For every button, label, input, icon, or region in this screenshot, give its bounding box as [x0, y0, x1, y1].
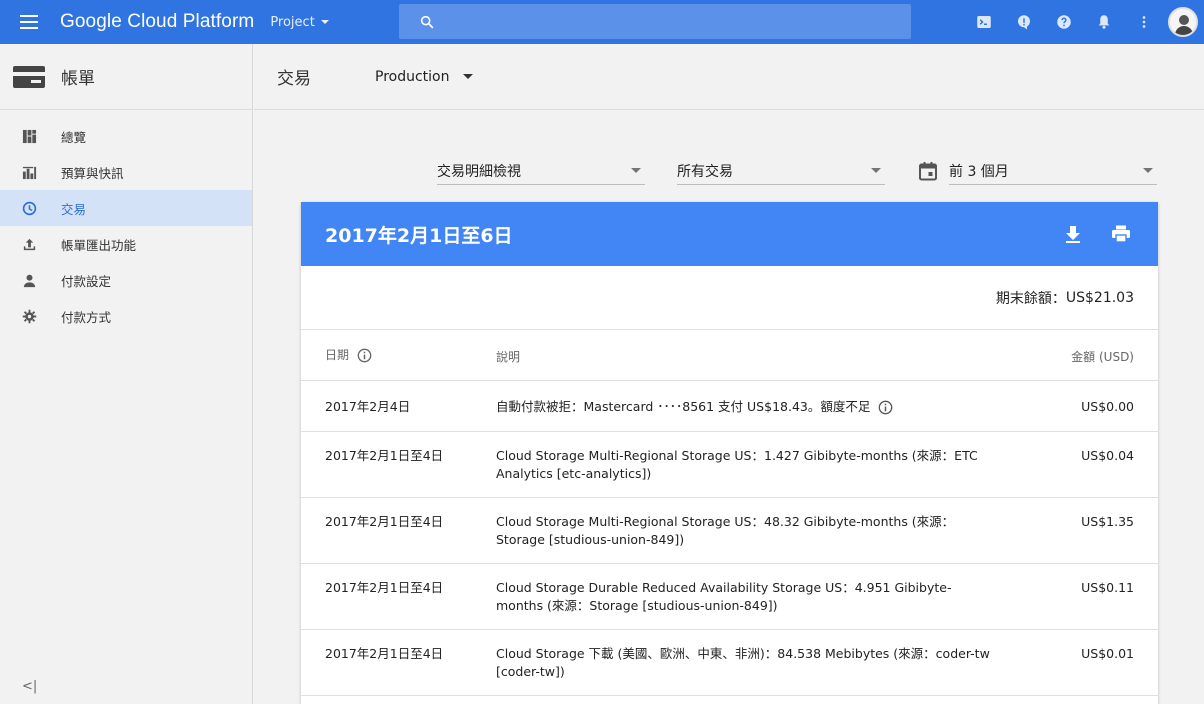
row-description: Cloud Storage 下載 (美國、歐洲、中東、非洲)：84.538 Me…	[496, 646, 990, 679]
amount-column-header: 金額 (USD)	[1071, 350, 1134, 364]
transaction-type-value: 所有交易	[677, 163, 733, 180]
notifications-icon[interactable]	[1084, 0, 1124, 44]
product-name[interactable]: Google Cloud Platform	[60, 11, 254, 33]
row-description-text: 自動付款被拒：Mastercard ････8561 支付 US$18.43。額…	[496, 399, 871, 414]
table-row: 2017年2月4日 自動付款被拒：Mastercard ････8561 支付 …	[301, 381, 1158, 432]
caret-down-icon	[1143, 168, 1153, 173]
row-amount: US$0.04	[1081, 448, 1134, 463]
sidebar-item-label: 交易	[61, 201, 87, 217]
account-avatar[interactable]	[1168, 7, 1198, 37]
chevron-down-icon	[320, 20, 329, 24]
sidebar-title: 帳單	[61, 69, 95, 89]
more-vert-icon[interactable]	[1124, 0, 1164, 44]
view-dropdown-value: 交易明細檢視	[437, 163, 521, 180]
row-amount: US$0.11	[1081, 580, 1134, 595]
table-row: 2017年2月1日至4日 Cloud Storage Durable Reduc…	[301, 564, 1158, 630]
view-dropdown[interactable]: 交易明細檢視	[437, 157, 645, 185]
help-icon[interactable]	[1044, 0, 1084, 44]
ending-balance-label: 期末餘額：	[995, 290, 1066, 307]
search-bar[interactable]	[399, 4, 911, 39]
date-range-value: 前 3 個月	[949, 163, 1009, 180]
row-date: 2017年2月1日至4日	[325, 580, 444, 595]
top-app-bar: Google Cloud Platform Project	[0, 0, 1204, 44]
calendar-icon	[919, 162, 937, 181]
row-date: 2017年2月1日至4日	[325, 448, 444, 463]
sidebar-header: 帳單	[0, 44, 252, 110]
sidebar-item-label: 付款設定	[61, 273, 112, 289]
description-column-header: 說明	[496, 350, 521, 364]
caret-down-icon	[871, 168, 881, 173]
sidebar-item-billing-export[interactable]: 帳單匯出功能	[0, 226, 252, 262]
overview-icon	[21, 128, 37, 144]
sidebar-item-budgets[interactable]: 預算與快訊	[0, 154, 252, 190]
page-header: 交易 Production	[254, 44, 1204, 110]
credit-card-icon	[13, 65, 45, 88]
collapse-sidebar-button[interactable]: <|	[22, 679, 37, 694]
sidebar-nav: 總覽 預算與快訊 交易 帳單匯出功能 付款設定 付款方式	[0, 118, 252, 334]
project-selector[interactable]: Project	[270, 14, 329, 30]
row-amount: US$1.35	[1081, 514, 1134, 529]
row-description: Cloud Storage Durable Reduced Availabili…	[496, 580, 952, 613]
billing-account-dropdown[interactable]: Production	[375, 68, 474, 85]
project-selector-label: Project	[270, 14, 315, 30]
transaction-type-dropdown[interactable]: 所有交易	[677, 157, 885, 185]
row-amount: US$0.00	[1081, 399, 1134, 414]
statement-period-title: 2017年2月1日至6日	[325, 224, 513, 247]
table-row: 2017年2月1日至4日 Cloud Storage Multi-Regiona…	[301, 498, 1158, 564]
card-header: 2017年2月1日至6日	[301, 202, 1158, 266]
row-description: 自動付款被拒：Mastercard ････8561 支付 US$18.43。額…	[496, 398, 991, 416]
ending-balance-value: US$21.03	[1065, 289, 1134, 306]
table-row: 2017年2月1日至4日 Cloud Storage Multi-Regiona…	[301, 432, 1158, 498]
sidebar-item-label: 付款方式	[61, 309, 112, 325]
caret-down-icon	[631, 168, 641, 173]
row-description: Cloud Storage Multi-Regional Storage US：…	[496, 448, 978, 481]
menu-icon[interactable]	[0, 0, 58, 44]
sidebar-item-label: 帳單匯出功能	[61, 237, 137, 253]
billing-account-label: Production	[375, 68, 450, 85]
table-header: 日期 說明 金額 (USD)	[301, 330, 1158, 381]
row-description: Cloud Storage Multi-Regional Storage US：…	[496, 514, 955, 547]
clock-icon	[21, 200, 37, 216]
cloud-shell-icon[interactable]	[964, 0, 1004, 44]
export-icon	[21, 236, 37, 252]
download-icon[interactable]	[1062, 223, 1084, 245]
info-icon[interactable]	[878, 400, 893, 415]
date-column-header: 日期	[325, 346, 372, 363]
transactions-card: 2017年2月1日至6日 期末餘額： US$21.03 日期 說明 金額 (US…	[301, 202, 1158, 704]
sidebar-item-payment-settings[interactable]: 付款設定	[0, 262, 252, 298]
search-icon	[420, 15, 434, 28]
sidebar-item-label: 總覽	[61, 129, 87, 145]
row-date: 2017年2月4日	[325, 399, 411, 414]
person-icon	[21, 272, 37, 288]
caret-down-icon	[463, 74, 474, 79]
row-date: 2017年2月1日至4日	[325, 646, 444, 661]
budget-icon	[21, 164, 37, 180]
ending-balance: 期末餘額： US$21.03	[301, 266, 1158, 330]
page-title: 交易	[277, 69, 311, 89]
alert-icon[interactable]	[1004, 0, 1044, 44]
date-range-dropdown[interactable]: 前 3 個月	[949, 157, 1157, 185]
sidebar: 帳單 總覽 預算與快訊 交易 帳單匯出功能 付款設定 付款方式 <|	[0, 44, 253, 704]
row-date: 2017年2月1日至4日	[325, 514, 444, 529]
table-row: 2017年2月1日至4日 Cloud Storage 下載 (美國、歐洲、中東、…	[301, 630, 1158, 696]
search-input[interactable]	[445, 13, 885, 30]
print-icon[interactable]	[1110, 223, 1132, 245]
date-column-label: 日期	[325, 348, 350, 362]
sidebar-item-transactions[interactable]: 交易	[0, 190, 252, 226]
sidebar-item-payment-method[interactable]: 付款方式	[0, 298, 252, 334]
sidebar-item-label: 預算與快訊	[61, 165, 124, 181]
row-amount: US$0.01	[1081, 646, 1134, 661]
info-icon[interactable]	[357, 348, 372, 363]
sidebar-item-overview[interactable]: 總覽	[0, 118, 252, 154]
gear-icon	[21, 308, 37, 324]
